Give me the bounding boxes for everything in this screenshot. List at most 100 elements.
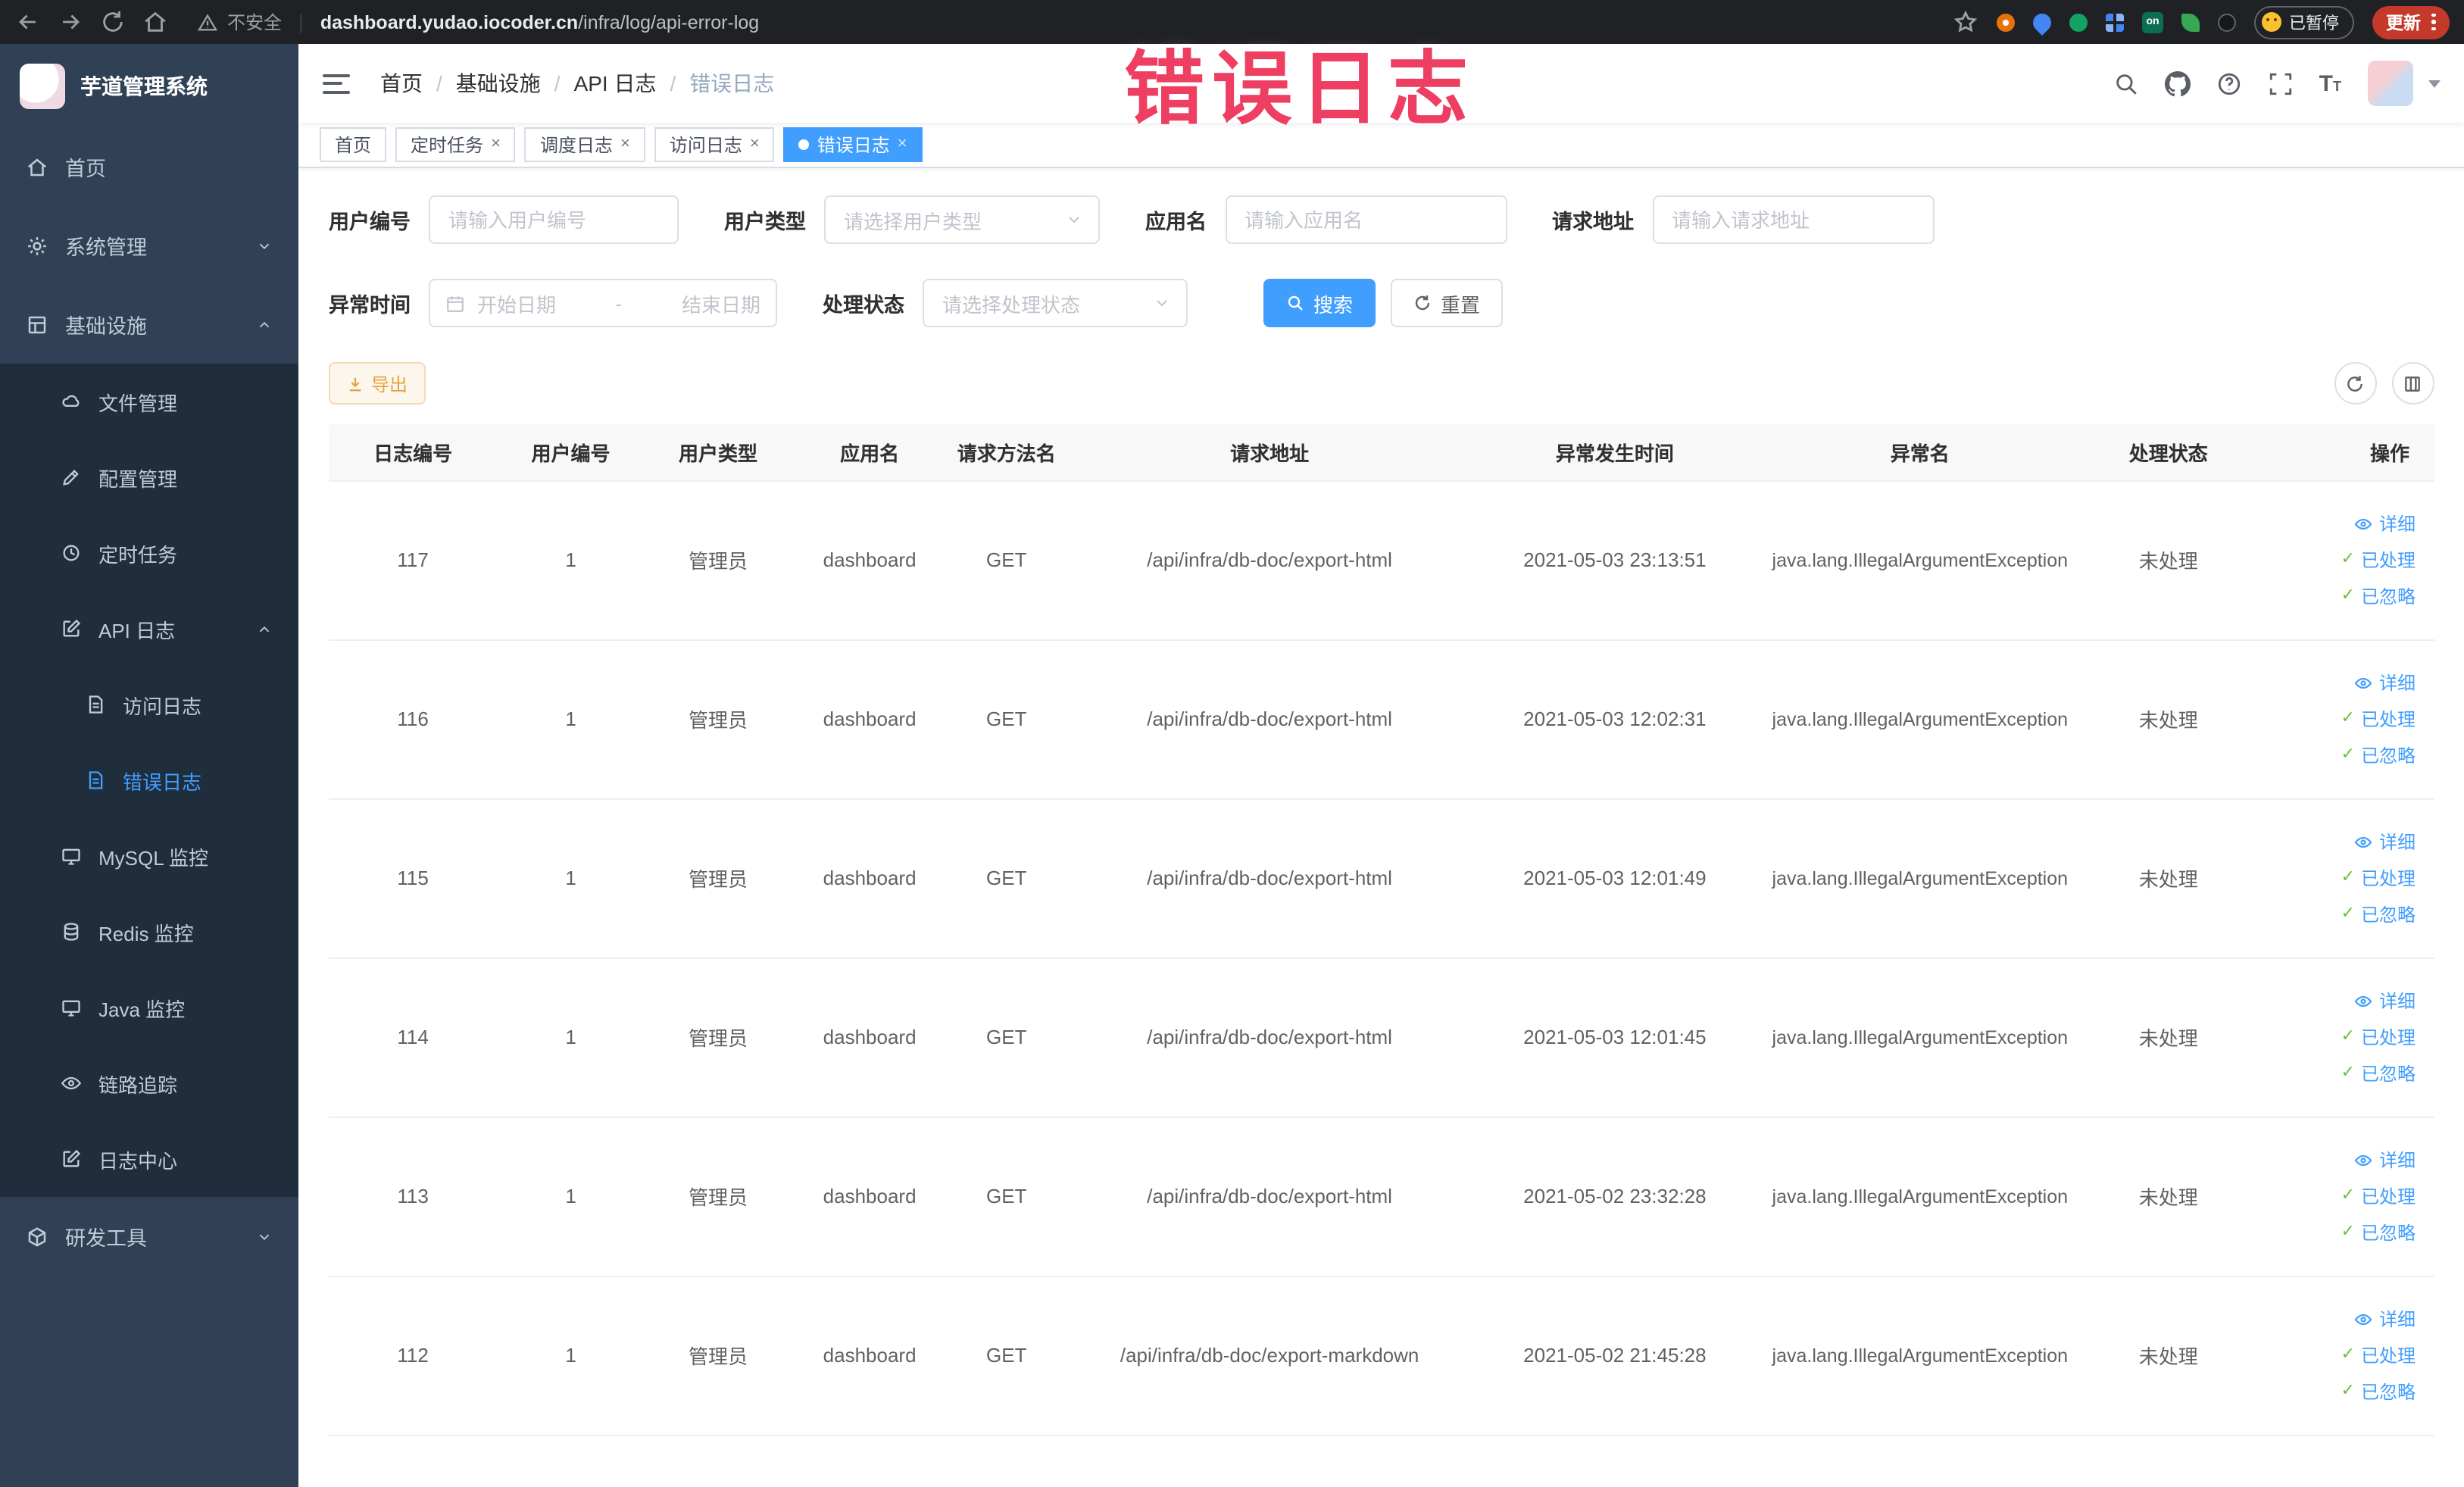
- export-button[interactable]: 导出: [329, 362, 426, 405]
- user-id-input[interactable]: [429, 195, 679, 244]
- reset-button[interactable]: 重置: [1391, 279, 1504, 327]
- fullscreen-icon[interactable]: [2268, 70, 2294, 96]
- sidebar-item-error-log[interactable]: 错误日志: [0, 742, 298, 818]
- mark-processed-link[interactable]: ✓ 已处理: [2341, 1342, 2416, 1368]
- tags-view-bar: 首页 定时任务 × 调度日志 × 访问日志 × 错误日志 ×: [298, 123, 2464, 168]
- tab-dispatch-log[interactable]: 调度日志 ×: [524, 127, 645, 162]
- url-bar[interactable]: dashboard.yudao.iocoder.cn/infra/log/api…: [320, 11, 759, 33]
- avatar-caret-icon[interactable]: [2428, 80, 2440, 87]
- sidebar-item-java-monitor[interactable]: Java 监控: [0, 970, 298, 1045]
- breadcrumb-infrastructure[interactable]: 基础设施: [456, 68, 541, 98]
- document-icon: [85, 770, 106, 791]
- browser-home-icon[interactable]: [142, 9, 168, 35]
- browser-forward-icon[interactable]: [58, 9, 83, 35]
- filter-label: 用户类型: [724, 211, 806, 233]
- tab-access-log[interactable]: 访问日志 ×: [654, 127, 775, 162]
- sidebar-item-dev-tools[interactable]: 研发工具: [0, 1197, 298, 1276]
- col-log-id: 日志编号: [329, 424, 498, 481]
- cell-method: GET: [947, 1117, 1066, 1276]
- sidebar-item-redis-monitor[interactable]: Redis 监控: [0, 894, 298, 970]
- active-tab-dot: [798, 139, 810, 150]
- extension-icon[interactable]: [2069, 13, 2088, 31]
- navbar-actions: TT: [2113, 61, 2440, 106]
- check-icon: ✓: [2341, 1223, 2355, 1241]
- search-button[interactable]: 搜索: [1263, 279, 1376, 327]
- table-header: 日志编号 用户编号 用户类型 应用名 请求方法名 请求地址 异常发生时间 异常名…: [329, 424, 2434, 481]
- sidebar-toggle-icon[interactable]: [323, 73, 350, 93]
- mark-ignored-link[interactable]: ✓ 已忽略: [2341, 1379, 2416, 1404]
- eye-icon: [2355, 673, 2373, 692]
- browser-update-button[interactable]: 更新: [2372, 5, 2449, 39]
- profile-paused-badge[interactable]: 已暂停: [2254, 5, 2354, 39]
- browser-back-icon[interactable]: [15, 9, 41, 35]
- help-icon[interactable]: [2216, 70, 2242, 96]
- extension-on-icon[interactable]: on: [2142, 11, 2163, 33]
- detail-link[interactable]: 详细: [2355, 988, 2416, 1014]
- bookmark-star-icon[interactable]: [1953, 9, 1978, 35]
- tab-error-log[interactable]: 错误日志 ×: [783, 127, 923, 162]
- sidebar-item-scheduled-tasks[interactable]: 定时任务: [0, 515, 298, 591]
- sidebar-item-config-management[interactable]: 配置管理: [0, 439, 298, 515]
- tab-home[interactable]: 首页: [320, 127, 387, 162]
- detail-link[interactable]: 详细: [2355, 1147, 2416, 1173]
- close-tab-icon[interactable]: ×: [491, 136, 501, 153]
- sidebar-item-home[interactable]: 首页: [0, 127, 298, 206]
- mark-ignored-link[interactable]: ✓ 已忽略: [2341, 1061, 2416, 1086]
- table-row: 116 1 管理员 dashboard GET /api/infra/db-do…: [329, 639, 2434, 799]
- mark-ignored-link[interactable]: ✓ 已忽略: [2341, 1220, 2416, 1245]
- request-url-input[interactable]: [1652, 195, 1934, 244]
- exception-time-range-picker[interactable]: 开始日期 - 结束日期: [429, 279, 777, 327]
- browser-menu-icon[interactable]: [2431, 13, 2435, 31]
- github-icon[interactable]: [2164, 70, 2191, 96]
- calendar-icon: [445, 293, 465, 313]
- detail-link[interactable]: 详细: [2355, 511, 2416, 536]
- browser-reload-icon[interactable]: [100, 9, 126, 35]
- app-name-input[interactable]: [1225, 195, 1507, 244]
- search-icon[interactable]: [2113, 70, 2139, 96]
- sidebar-item-access-log[interactable]: 访问日志: [0, 667, 298, 742]
- close-tab-icon[interactable]: ×: [898, 136, 907, 153]
- security-indicator[interactable]: 不安全: [197, 9, 282, 35]
- cell-operations: 详细 ✓ 已处理 ✓ 已忽略: [2252, 1117, 2434, 1276]
- close-tab-icon[interactable]: ×: [750, 136, 760, 153]
- sidebar-item-system-management[interactable]: 系统管理: [0, 206, 298, 285]
- security-label: 不安全: [227, 12, 283, 33]
- extension-icon[interactable]: [2029, 9, 2055, 35]
- mark-processed-link[interactable]: ✓ 已处理: [2341, 1024, 2416, 1050]
- mark-ignored-link[interactable]: ✓ 已忽略: [2341, 583, 2416, 609]
- mark-ignored-link[interactable]: ✓ 已忽略: [2341, 742, 2416, 768]
- user-type-select[interactable]: 请选择用户类型: [824, 195, 1100, 244]
- mark-processed-link[interactable]: ✓ 已处理: [2341, 706, 2416, 732]
- mark-ignored-link[interactable]: ✓ 已忽略: [2341, 901, 2416, 927]
- mark-processed-link[interactable]: ✓ 已处理: [2341, 865, 2416, 891]
- tab-scheduled-tasks[interactable]: 定时任务 ×: [395, 127, 516, 162]
- sidebar-item-log-center[interactable]: 日志中心: [0, 1121, 298, 1197]
- user-avatar[interactable]: [2367, 61, 2412, 106]
- extension-icon[interactable]: [2181, 13, 2200, 31]
- extension-icon[interactable]: [2106, 13, 2124, 31]
- font-size-icon[interactable]: TT: [2319, 72, 2341, 95]
- process-status-select[interactable]: 请选择处理状态: [923, 279, 1188, 327]
- warning-icon: [197, 11, 218, 33]
- mark-processed-link[interactable]: ✓ 已处理: [2341, 547, 2416, 573]
- breadcrumb-home[interactable]: 首页: [380, 68, 423, 98]
- cell-log-id: 112: [329, 1276, 498, 1435]
- mark-processed-link[interactable]: ✓ 已处理: [2341, 1183, 2416, 1209]
- sidebar-item-trace[interactable]: 链路追踪: [0, 1045, 298, 1121]
- sidebar: 芋道管理系统 首页 系统管理 基础设施 文件管理 配置管理 定时任务 API 日…: [0, 44, 298, 1487]
- refresh-button[interactable]: [2334, 362, 2376, 405]
- sidebar-item-file-management[interactable]: 文件管理: [0, 364, 298, 439]
- breadcrumb-api-log[interactable]: API 日志: [574, 68, 657, 98]
- sidebar-item-infrastructure[interactable]: 基础设施: [0, 285, 298, 364]
- column-settings-button[interactable]: [2391, 362, 2434, 405]
- detail-link[interactable]: 详细: [2355, 829, 2416, 854]
- extension-icon[interactable]: [1997, 13, 2015, 31]
- cell-user-id: 1: [497, 639, 645, 799]
- detail-link[interactable]: 详细: [2355, 670, 2416, 695]
- sidebar-item-mysql-monitor[interactable]: MySQL 监控: [0, 818, 298, 894]
- detail-link[interactable]: 详细: [2355, 1306, 2416, 1332]
- cell-method: GET: [947, 480, 1066, 640]
- extension-icon[interactable]: [2218, 13, 2236, 31]
- sidebar-item-api-log[interactable]: API 日志: [0, 591, 298, 667]
- close-tab-icon[interactable]: ×: [620, 136, 630, 153]
